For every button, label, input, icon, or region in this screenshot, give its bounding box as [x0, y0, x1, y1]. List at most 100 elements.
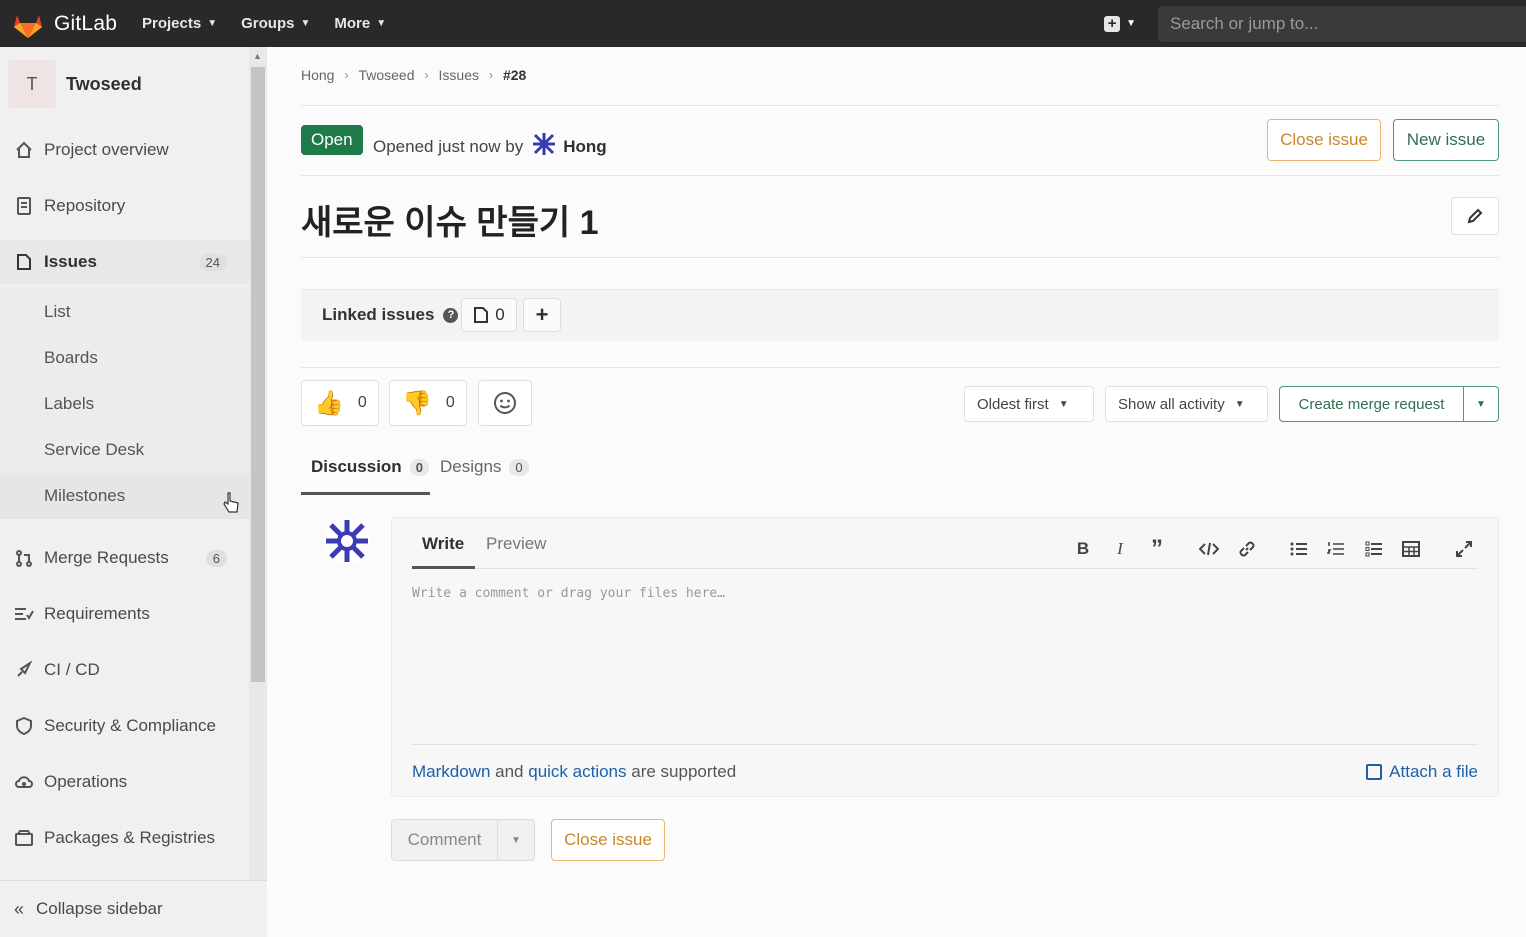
- link-icon[interactable]: [1235, 538, 1259, 560]
- comment-textarea[interactable]: Write a comment or drag your files here…: [412, 576, 1478, 736]
- task-list-icon[interactable]: [1362, 538, 1386, 560]
- divider: [412, 744, 1478, 745]
- new-issue-button[interactable]: New issue: [1393, 119, 1499, 161]
- chevron-right-icon: ›: [344, 68, 349, 82]
- gitlab-logo[interactable]: GitLab: [12, 9, 142, 39]
- add-linked-issue-button[interactable]: +: [523, 298, 561, 332]
- sidebar-subitem-service-desk[interactable]: Service Desk: [0, 427, 249, 473]
- comment-split-button: Comment ▼: [391, 819, 535, 861]
- sidebar-item-label: Merge Requests: [44, 548, 169, 567]
- bold-icon[interactable]: B: [1071, 538, 1095, 560]
- thumbs-down-button[interactable]: 👎 0: [389, 380, 467, 426]
- thumbs-up-button[interactable]: 👍 0: [301, 380, 379, 426]
- sidebar-item-ci-cd[interactable]: CI / CD: [0, 648, 249, 692]
- sidebar-item-requirements[interactable]: Requirements: [0, 592, 249, 636]
- sidebar-subitem-labels[interactable]: Labels: [0, 381, 249, 427]
- tab-discussion[interactable]: Discussion 0: [311, 457, 429, 477]
- add-reaction-button[interactable]: [478, 380, 532, 426]
- create-merge-request-button[interactable]: Create merge request: [1280, 387, 1464, 421]
- breadcrumb-twoseed[interactable]: Twoseed: [358, 67, 414, 83]
- active-editor-tab-indicator: [412, 566, 475, 569]
- project-header[interactable]: T Twoseed: [8, 60, 142, 108]
- breadcrumb: Hong › Twoseed › Issues › #28: [301, 67, 526, 83]
- shield-icon: [14, 716, 34, 736]
- sidebar-item-operations[interactable]: Operations: [0, 760, 249, 804]
- linked-issues-title: Linked issues: [322, 305, 435, 324]
- comment-dropdown-toggle[interactable]: ▼: [498, 820, 534, 860]
- project-avatar: T: [8, 60, 56, 108]
- sidebar-subitem-list[interactable]: List: [0, 289, 249, 335]
- attach-file-button[interactable]: Attach a file: [1366, 762, 1478, 782]
- tab-designs[interactable]: Designs 0: [440, 457, 529, 477]
- sidebar-item-label: Operations: [44, 772, 128, 791]
- sidebar-item-label: Repository: [44, 196, 126, 215]
- nav-projects[interactable]: Projects ▼: [142, 15, 217, 32]
- editor-tab-preview[interactable]: Preview: [486, 534, 546, 554]
- divider: [301, 175, 1499, 176]
- chevron-down-icon: ▼: [300, 18, 311, 29]
- hand-cursor-icon: [222, 492, 240, 519]
- package-icon: [14, 828, 34, 848]
- collapse-sidebar-button[interactable]: « Collapse sidebar: [0, 880, 267, 937]
- pencil-icon: [1467, 208, 1483, 224]
- new-dropdown-button[interactable]: + ▼: [1104, 15, 1136, 32]
- image-upload-icon: [1366, 764, 1383, 780]
- table-icon[interactable]: [1399, 538, 1423, 560]
- rocket-icon: [14, 660, 34, 680]
- sidebar-item-repository[interactable]: Repository: [0, 184, 249, 228]
- chevron-down-icon: ▼: [1234, 398, 1245, 410]
- help-question-icon[interactable]: ?: [443, 307, 459, 323]
- sidebar-subitem-milestones[interactable]: Milestones: [0, 473, 249, 519]
- home-icon: [14, 140, 34, 160]
- linked-issues-heading: Linked issues ?: [322, 305, 459, 325]
- linked-issues-count-value: 0: [495, 305, 505, 324]
- sidebar-item-merge-requests[interactable]: Merge Requests 6: [0, 536, 249, 580]
- quick-actions-link[interactable]: quick actions: [528, 762, 626, 781]
- plus-icon: +: [535, 302, 549, 327]
- top-navbar: GitLab Projects ▼ Groups ▼ More ▼ + ▼ Searc…: [0, 0, 1526, 47]
- sidebar-item-security[interactable]: Security & Compliance: [0, 704, 249, 748]
- collapse-sidebar-label: Collapse sidebar: [36, 899, 163, 918]
- search-input[interactable]: Search or jump to...: [1158, 5, 1526, 42]
- sidebar-item-project-overview[interactable]: Project overview: [0, 128, 249, 172]
- nav-more[interactable]: More ▼: [334, 15, 386, 32]
- sidebar-item-issues[interactable]: Issues 24: [0, 240, 249, 284]
- quote-icon[interactable]: ”: [1145, 535, 1169, 562]
- close-issue-button[interactable]: Close issue: [1267, 119, 1381, 161]
- sort-dropdown[interactable]: Oldest first ▼: [964, 386, 1094, 422]
- designs-count-badge: 0: [509, 458, 529, 476]
- breadcrumb-hong[interactable]: Hong: [301, 67, 334, 83]
- scrollbar-thumb[interactable]: [251, 67, 265, 682]
- create-merge-request-split-button: Create merge request ▼: [1279, 386, 1499, 422]
- numbered-list-icon[interactable]: [1324, 538, 1348, 560]
- code-icon[interactable]: [1197, 538, 1221, 560]
- edit-title-button[interactable]: [1451, 197, 1499, 235]
- breadcrumb-issue-number[interactable]: #28: [503, 67, 526, 83]
- comment-button[interactable]: Comment: [392, 820, 498, 860]
- author-name[interactable]: Hong: [563, 137, 606, 157]
- nav-groups[interactable]: Groups ▼: [241, 15, 310, 32]
- divider: [412, 568, 1478, 569]
- create-merge-request-dropdown-toggle[interactable]: ▼: [1464, 387, 1498, 421]
- italic-icon[interactable]: I: [1108, 538, 1132, 560]
- current-user-avatar[interactable]: [323, 517, 371, 570]
- sidebar-item-label: Issues: [44, 252, 97, 271]
- close-issue-bottom-button[interactable]: Close issue: [551, 819, 665, 861]
- sidebar-scrollbar[interactable]: ▲: [249, 47, 267, 880]
- project-name: Twoseed: [66, 73, 142, 94]
- breadcrumb-issues[interactable]: Issues: [439, 67, 479, 83]
- sidebar-item-packages[interactable]: Packages & Registries: [0, 816, 249, 860]
- sort-dropdown-label: Oldest first: [977, 395, 1049, 413]
- sidebar-item-label: Packages & Registries: [44, 828, 216, 847]
- scroll-up-arrow-icon[interactable]: ▲: [253, 51, 262, 61]
- chevron-down-icon: ▼: [1126, 18, 1136, 29]
- sidebar-subitem-boards[interactable]: Boards: [0, 335, 249, 381]
- author-avatar[interactable]: [531, 131, 557, 162]
- activity-filter-dropdown[interactable]: Show all activity ▼: [1105, 386, 1268, 422]
- bullet-list-icon[interactable]: [1287, 538, 1311, 560]
- markdown-hint: Markdown and quick actions are supported: [412, 762, 736, 782]
- markdown-link[interactable]: Markdown: [412, 762, 490, 781]
- document-icon: [14, 196, 34, 216]
- fullscreen-icon[interactable]: [1452, 538, 1476, 560]
- editor-tab-write[interactable]: Write: [422, 534, 464, 554]
